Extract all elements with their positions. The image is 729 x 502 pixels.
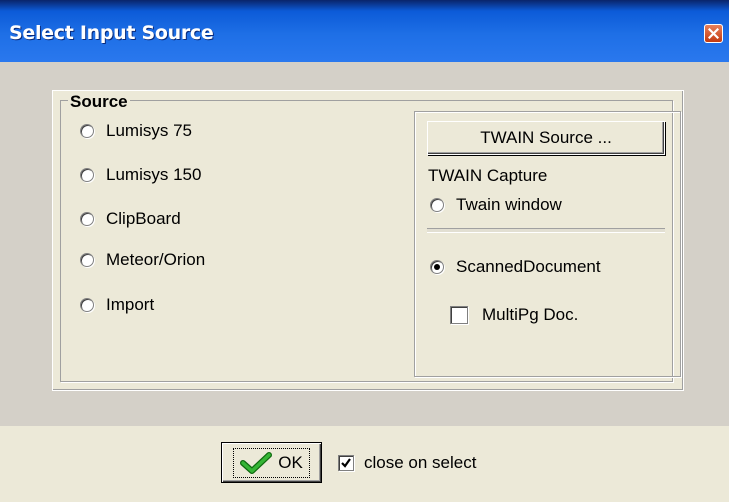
radio-label: ClipBoard (106, 209, 181, 228)
close-icon (708, 28, 719, 39)
radio-label: Lumisys 75 (106, 121, 192, 140)
checkbox-label: MultiPg Doc. (482, 305, 579, 324)
ok-label: OK (278, 452, 303, 472)
twain-capture-label: TWAIN Capture (428, 166, 548, 185)
radio-label: Twain window (456, 195, 562, 214)
checkmark-icon (341, 458, 351, 468)
radio-button[interactable] (430, 198, 444, 212)
radio-lumisys-75[interactable]: Lumisys 75 (80, 120, 192, 142)
radio-button[interactable] (80, 212, 94, 226)
multipage-doc-checkbox[interactable]: MultiPg Doc. (450, 304, 578, 326)
radio-label: Lumisys 150 (106, 165, 202, 184)
source-group-label: Source (68, 92, 130, 112)
radio-lumisys-150[interactable]: Lumisys 150 (80, 164, 201, 186)
checkbox-label: close on select (364, 453, 477, 472)
radio-meteor-orion[interactable]: Meteor/Orion (80, 249, 205, 271)
close-button[interactable] (704, 24, 723, 43)
ok-button[interactable]: OK (221, 442, 322, 483)
window-title: Select Input Source (9, 22, 214, 44)
radio-clipboard[interactable]: ClipBoard (80, 208, 181, 230)
checkbox-box[interactable] (450, 306, 468, 324)
radio-import[interactable]: Import (80, 294, 154, 316)
radio-label: ScannedDocument (456, 257, 601, 276)
radio-button[interactable] (80, 124, 94, 138)
ok-button-focus: OK (233, 447, 310, 478)
radio-twain-window[interactable]: Twain window (430, 194, 562, 216)
radio-button[interactable] (80, 253, 94, 267)
radio-scanned-document[interactable]: ScannedDocument (430, 256, 601, 278)
radio-label: Meteor/Orion (106, 250, 206, 269)
radio-button[interactable] (80, 298, 94, 312)
twain-separator (427, 228, 665, 233)
checkbox-box[interactable] (338, 455, 354, 471)
twain-source-button[interactable]: TWAIN Source ... (427, 121, 665, 155)
radio-button[interactable] (80, 168, 94, 182)
radio-label: Import (106, 295, 155, 314)
radio-button[interactable] (430, 260, 444, 274)
checkmark-icon (240, 451, 273, 474)
close-on-select-checkbox[interactable]: close on select (338, 452, 476, 474)
